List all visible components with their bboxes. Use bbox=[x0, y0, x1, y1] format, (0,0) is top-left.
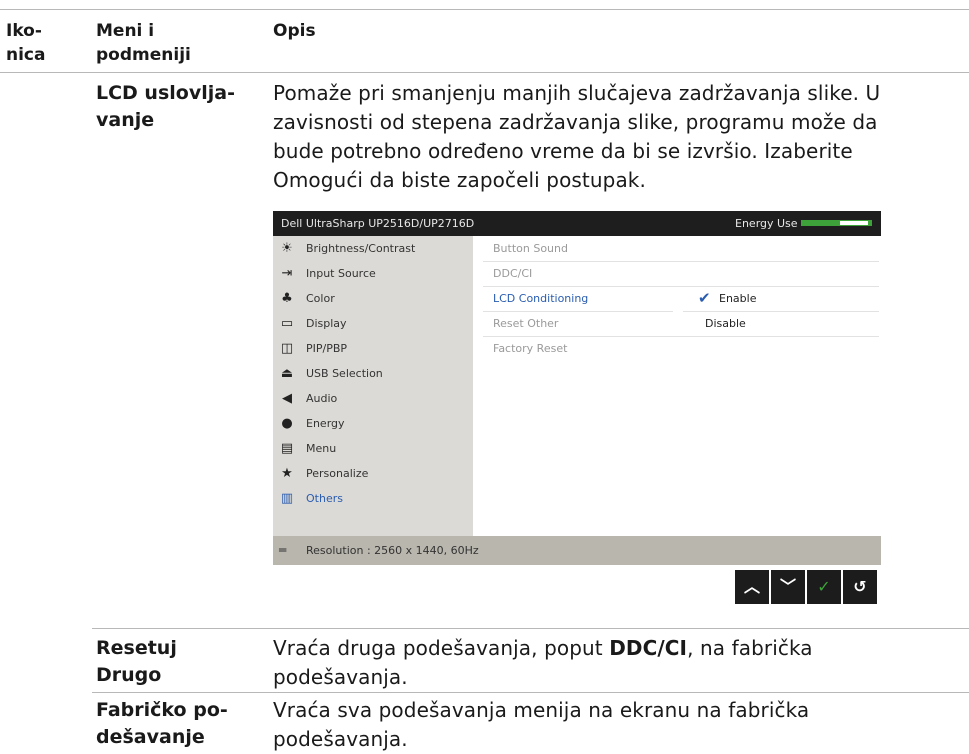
check-icon: ✓ bbox=[817, 577, 831, 596]
chevron-up-icon: ︿ bbox=[743, 577, 760, 596]
osd-menu-screenshot: Dell UltraSharp UP2516D/UP2716D Energy U… bbox=[273, 211, 881, 565]
header-rule bbox=[0, 72, 969, 73]
up-button[interactable]: ︿ bbox=[735, 570, 769, 604]
row-rule bbox=[92, 692, 969, 693]
row-reset-other-desc: Vraća druga podešavanja, poput DDC/CI, n… bbox=[273, 634, 963, 692]
header-menu-col-line2: podmeniji bbox=[96, 45, 191, 65]
menu-item-label: Input Source bbox=[306, 267, 376, 280]
row-lcd-conditioning-desc: Pomaže pri smanjenju manjih slučajeva za… bbox=[273, 79, 963, 195]
row-reset-other-name: Resetuj Drugo bbox=[96, 635, 177, 689]
back-icon: ↺ bbox=[853, 577, 867, 596]
sun-icon: ☀ bbox=[281, 241, 293, 256]
row-name-line1: Resetuj bbox=[96, 637, 177, 659]
drop-icon: ● bbox=[281, 416, 293, 431]
energy-use-bar-remaining bbox=[840, 221, 868, 225]
desc-line: zavisnosti od stepena zadržavanja slike,… bbox=[273, 110, 878, 134]
menu-item-display[interactable]: ▭ Display bbox=[273, 311, 473, 336]
chevron-down-icon: ﹀ bbox=[779, 577, 796, 596]
desc-text: , na fabrička bbox=[687, 636, 813, 660]
choice-enable[interactable]: Enable bbox=[719, 286, 756, 311]
option-button-sound[interactable]: Button Sound bbox=[493, 236, 783, 261]
header-menu-col: Meni i podmeniji bbox=[96, 19, 191, 67]
row-lcd-conditioning-name: LCD uslovlja- vanje bbox=[96, 80, 235, 134]
menu-item-menu[interactable]: ▤ Menu bbox=[273, 436, 473, 461]
header-desc-col: Opis bbox=[273, 21, 316, 41]
option-factory-reset[interactable]: Factory Reset bbox=[493, 336, 783, 361]
star-icon: ★ bbox=[281, 466, 293, 481]
row-factory-reset-desc: Vraća sva podešavanja menija na ekranu n… bbox=[273, 696, 963, 754]
menu-item-label: Audio bbox=[306, 392, 338, 405]
table-top-rule bbox=[0, 9, 969, 10]
row-rule bbox=[92, 628, 969, 629]
resolution-icon: ═ bbox=[279, 543, 287, 557]
menu-item-label: PIP/PBP bbox=[306, 342, 348, 355]
desc-bold-term: DDC/CI bbox=[609, 636, 688, 660]
others-icon: ▥ bbox=[280, 491, 294, 506]
menu-item-personalize[interactable]: ★ Personalize bbox=[273, 461, 473, 486]
menu-icon: ▤ bbox=[280, 441, 294, 456]
desc-line: Vraća sva podešavanja menija na ekranu n… bbox=[273, 698, 810, 722]
osd-title: Dell UltraSharp UP2516D/UP2716D bbox=[281, 217, 475, 230]
confirm-button[interactable]: ✓ bbox=[807, 570, 841, 604]
osd-title-bar: Dell UltraSharp UP2516D/UP2716D Energy U… bbox=[273, 211, 881, 236]
menu-item-label: Color bbox=[306, 292, 335, 305]
desc-line: podešavanja. bbox=[273, 727, 408, 751]
usb-icon: ⏏ bbox=[280, 366, 294, 381]
speaker-icon: ◀ bbox=[282, 391, 292, 406]
row-name-line2: dešavanje bbox=[96, 726, 205, 748]
choice-disable[interactable]: Disable bbox=[705, 311, 746, 336]
energy-use-label: Energy Use bbox=[735, 217, 798, 230]
desc-text: Vraća druga podešavanja, poput bbox=[273, 636, 610, 660]
row-name-line2: Drugo bbox=[96, 664, 162, 686]
desc-line: Omogući da biste započeli postupak. bbox=[273, 168, 646, 192]
desc-line: podešavanja. bbox=[273, 665, 408, 689]
header-icon-col-line2: nica bbox=[6, 45, 46, 65]
row-name-line1: LCD uslovlja- bbox=[96, 82, 235, 104]
menu-item-label: Display bbox=[306, 317, 347, 330]
row-name-line2: vanje bbox=[96, 109, 155, 131]
header-menu-col-line1: Meni i bbox=[96, 21, 155, 41]
resolution-label: Resolution : 2560 x 1440, 60Hz bbox=[306, 544, 479, 557]
menu-item-label: Menu bbox=[306, 442, 337, 455]
header-icon-col-line1: Iko- bbox=[6, 21, 42, 41]
down-button[interactable]: ﹀ bbox=[771, 570, 805, 604]
row-factory-reset-name: Fabričko po- dešavanje bbox=[96, 697, 228, 751]
menu-item-energy[interactable]: ● Energy bbox=[273, 411, 473, 436]
menu-item-input-source[interactable]: ⇥ Input Source bbox=[273, 261, 473, 286]
desc-line: Vraća druga podešavanja, poput DDC/CI, n… bbox=[273, 634, 963, 663]
osd-main-menu: ☀ Brightness/Contrast ⇥ Input Source ♣ C… bbox=[273, 236, 473, 536]
input-icon: ⇥ bbox=[281, 266, 293, 281]
menu-item-label: Personalize bbox=[306, 467, 369, 480]
menu-item-label: Energy bbox=[306, 417, 345, 430]
row-name-line1: Fabričko po- bbox=[96, 699, 228, 721]
checkmark-icon: ✔ bbox=[698, 289, 711, 307]
pip-icon: ◫ bbox=[280, 341, 294, 356]
option-ddc-ci[interactable]: DDC/CI bbox=[493, 261, 783, 286]
desc-line: Pomaže pri smanjenju manjih slučajeva za… bbox=[273, 81, 881, 105]
header-icon-col: Iko- nica bbox=[6, 19, 45, 67]
menu-item-audio[interactable]: ◀ Audio bbox=[273, 386, 473, 411]
menu-item-label: USB Selection bbox=[306, 367, 383, 380]
menu-item-others[interactable]: ▥ Others bbox=[273, 486, 473, 511]
monitor-icon: ▭ bbox=[280, 316, 294, 331]
color-icon: ♣ bbox=[281, 291, 293, 306]
osd-status-bar: ═ Resolution : 2560 x 1440, 60Hz bbox=[273, 536, 881, 565]
menu-item-brightness-contrast[interactable]: ☀ Brightness/Contrast bbox=[273, 236, 473, 261]
menu-item-label: Others bbox=[306, 492, 343, 505]
menu-item-color[interactable]: ♣ Color bbox=[273, 286, 473, 311]
menu-item-pip-pbp[interactable]: ◫ PIP/PBP bbox=[273, 336, 473, 361]
menu-item-usb-selection[interactable]: ⏏ USB Selection bbox=[273, 361, 473, 386]
osd-submenu: Button Sound DDC/CI LCD Conditioning Res… bbox=[473, 236, 881, 536]
back-button[interactable]: ↺ bbox=[843, 570, 877, 604]
desc-line: bude potrebno određeno vreme da bi se iz… bbox=[273, 139, 853, 163]
menu-item-label: Brightness/Contrast bbox=[306, 242, 416, 255]
